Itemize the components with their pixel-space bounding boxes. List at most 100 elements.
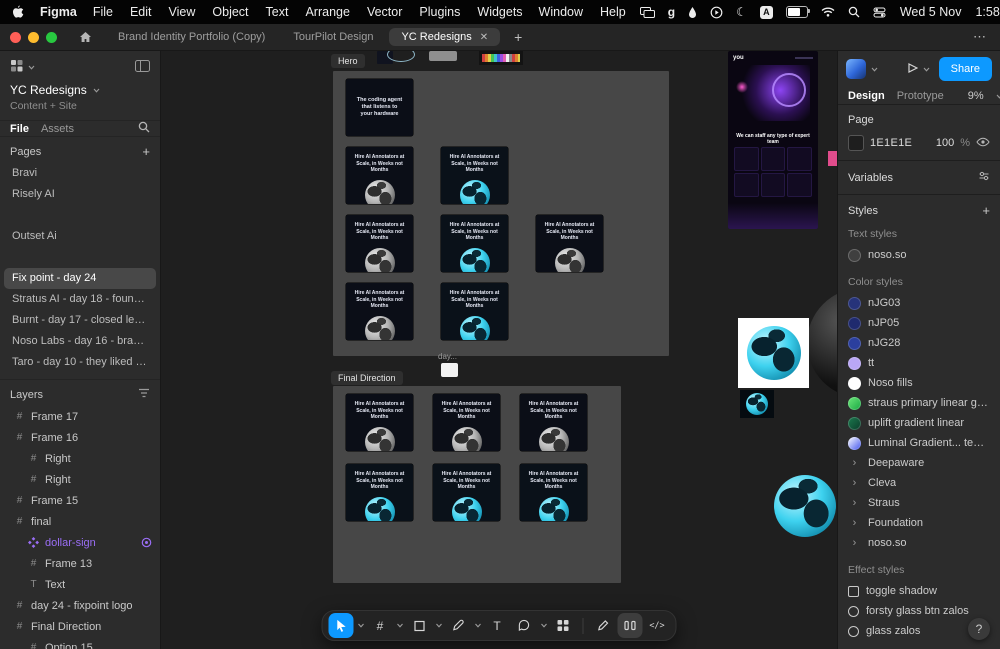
color-style-njg03[interactable]: nJG03 (848, 293, 990, 313)
effect-style-forsty-glass-btn-zalos[interactable]: forsty glass btn zalos (848, 601, 990, 621)
layer-item-option-15[interactable]: # Option 15 (0, 637, 160, 649)
page-item-taro-day-10-they-liked-it-branding[interactable]: Taro - day 10 - they liked it - branding (4, 352, 156, 373)
menu-plugins[interactable]: Plugins (419, 5, 460, 19)
variables-icon[interactable] (978, 170, 990, 185)
moon-icon[interactable]: ☾ (736, 5, 747, 19)
page-item-fix-point-day-24[interactable]: Fix point - day 24 (4, 268, 156, 289)
page-color-hex[interactable]: 1E1E1E (870, 137, 912, 149)
color-style-foundation[interactable]: › Foundation (848, 513, 990, 533)
tab-tourpilot-design[interactable]: TourPilot Design (281, 28, 385, 46)
search-icon[interactable] (848, 6, 860, 18)
color-style-tt[interactable]: tt (848, 353, 990, 373)
color-style-uplift-gradient-linear[interactable]: uplift gradient linear (848, 413, 990, 433)
page-item-burnt-day-17-closed-lead-over-dm[interactable]: Burnt - day 17 - closed lead over dm (4, 310, 156, 331)
battery-icon[interactable] (785, 6, 810, 18)
site-card[interactable]: Hire AI Annotators at Scale, in Weeks no… (520, 394, 587, 451)
keyboard-layout-icon[interactable]: A (759, 5, 773, 19)
home-icon[interactable] (73, 31, 98, 43)
comment-tool[interactable] (512, 613, 537, 638)
pen-tool[interactable] (446, 613, 471, 638)
tab-design[interactable]: Design (848, 90, 885, 102)
site-card[interactable]: Hire AI Annotators at Scale, in Weeks no… (346, 215, 413, 272)
tab-brand-identity-portfolio-copy[interactable]: Brand Identity Portfolio (Copy) (106, 28, 277, 46)
color-style-cleva[interactable]: › Cleva (848, 473, 990, 493)
site-card[interactable]: Hire AI Annotators at Scale, in Weeks no… (346, 464, 413, 521)
globe-image[interactable] (774, 475, 836, 537)
site-card[interactable]: Hire AI Annotators at Scale, in Weeks no… (441, 283, 508, 340)
pink-marker[interactable] (828, 151, 837, 166)
layer-item-day-24-fixpoint-logo[interactable]: # day 24 - fixpoint logo (0, 595, 160, 616)
site-card[interactable]: Hire AI Annotators at Scale, in Weeks no… (441, 215, 508, 272)
color-style-luminal-gradient-tentative[interactable]: Luminal Gradient... tentative (848, 433, 990, 453)
menu-file[interactable]: File (93, 5, 113, 19)
globe-image-white-bg[interactable] (738, 318, 809, 388)
section-label-hero[interactable]: Hero (331, 54, 365, 68)
add-page-button[interactable]: + (142, 145, 150, 158)
dev-mode-tool[interactable] (617, 613, 643, 638)
wifi-icon[interactable] (821, 7, 835, 17)
layer-item-dollar-sign[interactable]: dollar-sign (0, 532, 160, 553)
grammarly-icon[interactable]: g (668, 5, 675, 19)
site-card[interactable]: Hire AI Annotators at Scale, in Weeks no… (536, 215, 603, 272)
minimize-window-button[interactable] (28, 31, 39, 43)
menu-help[interactable]: Help (600, 5, 626, 19)
layer-item-frame-15[interactable]: # Frame 15 (0, 490, 160, 511)
layer-item-frame-16[interactable]: # Frame 16 (0, 427, 160, 448)
site-card[interactable]: Hire AI Annotators at Scale, in Weeks no… (433, 394, 500, 451)
actions-tool[interactable] (551, 613, 576, 638)
color-style-njg28[interactable]: nJG28 (848, 333, 990, 353)
effect-style-toggle-shadow[interactable]: toggle shadow (848, 581, 990, 601)
control-center-icon[interactable] (873, 6, 886, 19)
page-item-stratus-ai-day-18-founder-liked-it[interactable]: Stratus AI - day 18 - founder liked it (4, 289, 156, 310)
zoom-level[interactable]: 9% (968, 90, 984, 102)
page-item-noso-labs-day-16-branding[interactable]: Noso Labs - day 16 - branding (4, 331, 156, 352)
color-style-straus-primary-linear-gradient[interactable]: straus primary linear gradient (848, 393, 990, 413)
menu-arrange[interactable]: Arrange (305, 5, 349, 19)
small-globe-tile[interactable] (740, 390, 774, 418)
site-card[interactable]: Hire AI Annotators at Scale, in Weeks no… (520, 464, 587, 521)
color-style-deepaware[interactable]: › Deepaware (848, 453, 990, 473)
floating-site-screenshot[interactable]: you We can staff any type of expert team (728, 51, 818, 229)
site-card[interactable]: Hire AI Annotators at Scale, in Weeks no… (433, 464, 500, 521)
main-menu-icon[interactable] (10, 59, 23, 75)
gray-pill-fragment[interactable] (429, 51, 457, 61)
color-style-straus[interactable]: › Straus (848, 493, 990, 513)
page-item-risely-ai[interactable]: Risely AI (4, 184, 156, 205)
text-tool[interactable]: T (485, 613, 510, 638)
menu-view[interactable]: View (169, 5, 196, 19)
site-card[interactable]: Hire AI Annotators at Scale, in Weeks no… (441, 147, 508, 204)
screen-mirroring-icon[interactable] (639, 6, 655, 18)
menubar-time[interactable]: 1:58 PM (975, 5, 1000, 19)
chevron-down-icon[interactable] (539, 613, 549, 638)
chevron-down-icon[interactable] (434, 613, 444, 638)
text-style-noso-so[interactable]: noso.so (848, 245, 990, 265)
chevron-down-icon[interactable] (923, 63, 930, 75)
color-style-noso-fills[interactable]: Noso fills (848, 373, 990, 393)
page-item-bravi[interactable]: Bravi (4, 163, 156, 184)
apple-menu-icon[interactable] (12, 5, 24, 19)
ink-drop-icon[interactable] (688, 6, 697, 18)
new-tab-button[interactable]: + (508, 29, 528, 45)
visibility-eye-icon[interactable] (976, 137, 990, 150)
annotate-tool[interactable] (591, 613, 616, 638)
site-card[interactable]: Hire AI Annotators at Scale, in Weeks no… (346, 147, 413, 204)
site-card[interactable]: The coding agent that listens to your ha… (346, 79, 413, 136)
chevron-down-icon[interactable] (871, 63, 878, 75)
canvas[interactable]: Hero The coding agent that listens to yo… (161, 51, 837, 649)
add-style-button[interactable]: + (982, 204, 990, 217)
record-icon[interactable] (710, 6, 723, 19)
search-icon[interactable] (138, 121, 150, 136)
chevron-down-icon[interactable] (473, 613, 483, 638)
hero-frame[interactable]: The coding agent that listens to your ha… (333, 71, 669, 356)
tab-yc-redesigns[interactable]: YC Redesigns ✕ (389, 28, 501, 46)
page-color-swatch[interactable] (848, 135, 864, 151)
layer-item-frame-13[interactable]: # Frame 13 (0, 553, 160, 574)
file-name-dropdown[interactable]: YC Redesigns (10, 83, 150, 97)
shape-tool[interactable] (407, 613, 432, 638)
color-palette-fragment[interactable] (479, 51, 523, 65)
help-button[interactable]: ? (968, 618, 990, 640)
menu-window[interactable]: Window (539, 5, 583, 19)
section-label-final-direction[interactable]: Final Direction (331, 371, 403, 385)
site-card[interactable]: Hire AI Annotators at Scale, in Weeks no… (346, 283, 413, 340)
window-more-icon[interactable]: ⋯ (969, 29, 990, 45)
